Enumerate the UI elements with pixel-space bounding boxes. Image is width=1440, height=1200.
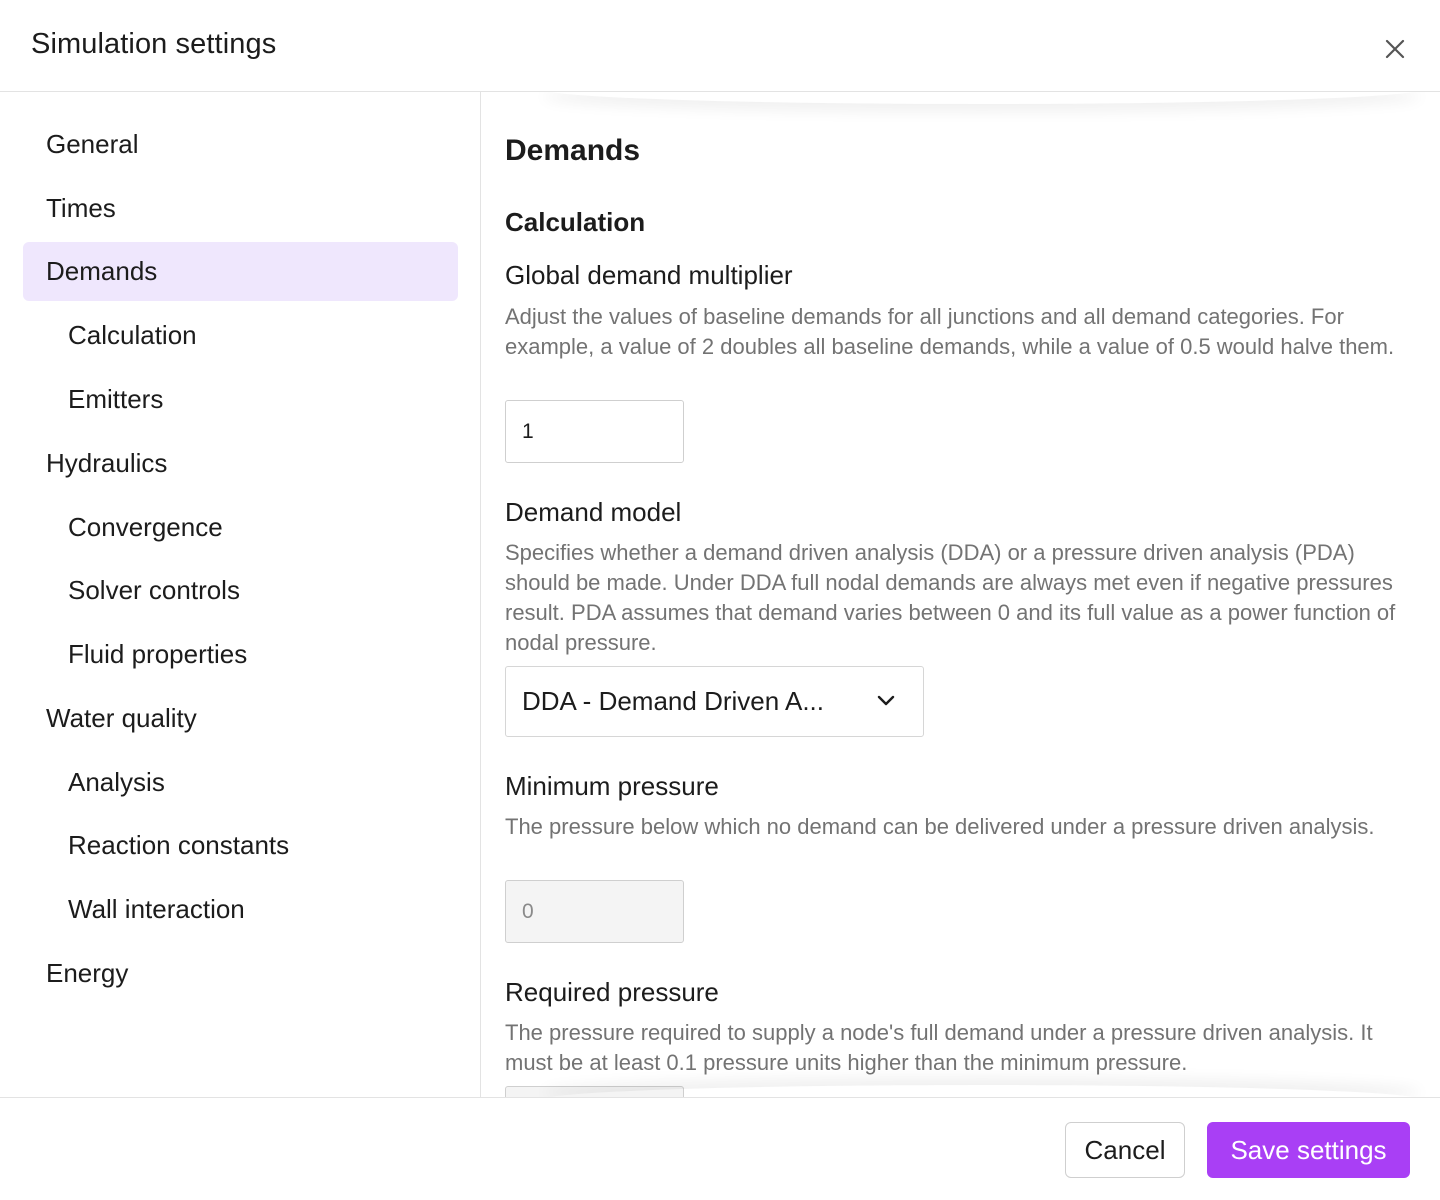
required-pressure-description: The pressure required to supply a node's… [505, 1020, 1373, 1075]
sidebar-item-convergence[interactable]: Convergence [23, 498, 458, 557]
minimum-pressure-description: The pressure below which no demand can b… [505, 814, 1375, 839]
sidebar-item-general[interactable]: General [23, 115, 458, 174]
sidebar-item-reaction-constants[interactable]: Reaction constants [23, 816, 458, 875]
demand-model-label: Demand model [505, 497, 682, 527]
close-icon [1385, 39, 1405, 59]
sidebar-item-analysis[interactable]: Analysis [23, 753, 458, 812]
sidebar-item-label: Wall interaction [68, 894, 245, 924]
sidebar-item-solver-controls[interactable]: Solver controls [23, 561, 458, 620]
save-settings-button[interactable]: Save settings [1207, 1122, 1410, 1178]
global-multiplier-label: Global demand multiplier [505, 260, 793, 290]
sidebar-item-label: General [46, 129, 139, 159]
sidebar-item-label: Fluid properties [68, 639, 248, 669]
sidebar-item-emitters[interactable]: Emitters [23, 370, 458, 429]
settings-sidebar: General Times Demands Calculation Emitte… [0, 92, 481, 1097]
settings-content[interactable]: Demands Calculation Global demand multip… [482, 92, 1440, 1097]
sidebar-item-fluid-properties[interactable]: Fluid properties [23, 625, 458, 684]
subsection-title: Calculation [505, 207, 646, 237]
demand-model-description: Specifies whether a demand driven analys… [505, 540, 1396, 655]
sidebar-item-label: Water quality [46, 703, 197, 733]
demand-model-select[interactable]: DDA - Demand Driven A... [505, 666, 924, 737]
sidebar-item-label: Convergence [68, 512, 223, 542]
chevron-down-icon [877, 695, 895, 706]
sidebar-item-wall-interaction[interactable]: Wall interaction [23, 880, 458, 939]
sidebar-item-label: Analysis [68, 767, 165, 797]
sidebar-item-hydraulics[interactable]: Hydraulics [23, 434, 458, 493]
sidebar-item-energy[interactable]: Energy [23, 944, 458, 1003]
dialog-header: Simulation settings [0, 0, 1440, 92]
sidebar-item-label: Calculation [68, 320, 197, 350]
sidebar-item-times[interactable]: Times [23, 179, 458, 238]
sidebar-item-demands[interactable]: Demands [23, 242, 458, 301]
sidebar-item-label: Times [46, 193, 116, 223]
demand-model-selected-value: DDA - Demand Driven A... [522, 686, 824, 716]
minimum-pressure-input [505, 880, 684, 943]
global-multiplier-input[interactable] [505, 400, 684, 463]
dialog-title: Simulation settings [31, 28, 277, 60]
section-title: Demands [505, 134, 641, 167]
global-multiplier-description: Adjust the values of baseline demands fo… [505, 304, 1395, 359]
cancel-button[interactable]: Cancel [1065, 1122, 1185, 1178]
scroll-shadow-top [542, 92, 1422, 104]
sidebar-item-water-quality[interactable]: Water quality [23, 689, 458, 748]
close-button[interactable] [1378, 32, 1412, 66]
sidebar-item-label: Demands [46, 256, 158, 286]
sidebar-item-label: Energy [46, 958, 129, 988]
minimum-pressure-label: Minimum pressure [505, 771, 719, 801]
sidebar-item-label: Reaction constants [68, 830, 290, 860]
sidebar-item-label: Solver controls [68, 575, 240, 605]
sidebar-item-label: Emitters [68, 384, 164, 414]
simulation-settings-dialog: Simulation settings General Times Demand… [0, 0, 1440, 1200]
sidebar-item-calculation[interactable]: Calculation [23, 306, 458, 365]
dialog-footer: Cancel Save settings [0, 1097, 1440, 1200]
sidebar-item-label: Hydraulics [46, 448, 168, 478]
required-pressure-label: Required pressure [505, 977, 719, 1007]
